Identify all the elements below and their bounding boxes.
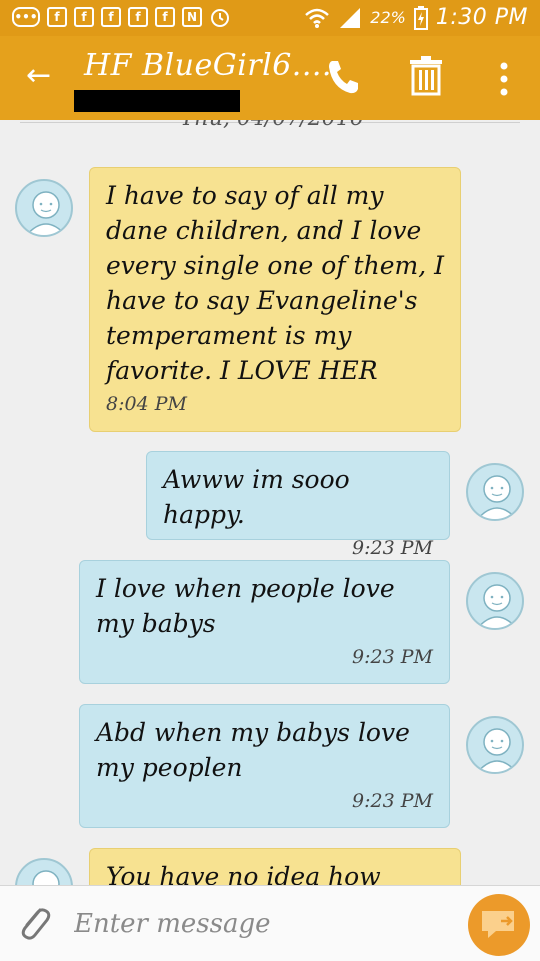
- message-time: 9:23 PM: [352, 790, 433, 812]
- more-vertical-icon[interactable]: [494, 62, 514, 96]
- my-avatar[interactable]: [466, 716, 524, 774]
- message-text: Abd when my babys love my peoplen: [96, 718, 410, 782]
- battery-charging-icon: [413, 5, 428, 30]
- person-icon: [476, 584, 518, 628]
- message-time: 9:23 PM: [352, 537, 433, 559]
- fb-icon: f: [128, 7, 148, 27]
- app-bar: ← HF BlueGirl6....: [0, 36, 540, 120]
- message-input[interactable]: [72, 900, 446, 948]
- message-bubble-outgoing[interactable]: Awww im sooo happy. 9:23 PM: [146, 451, 450, 559]
- paperclip-icon[interactable]: [16, 902, 52, 942]
- message-icon: •••: [12, 7, 40, 27]
- fb-icon: f: [47, 7, 67, 27]
- status-bar: ••• f f f f f N 22% 1:30 PM: [0, 0, 540, 36]
- conversation-title[interactable]: HF BlueGirl6....: [84, 48, 332, 83]
- battery-percent: 22%: [370, 8, 406, 27]
- send-button[interactable]: [468, 894, 530, 956]
- nfc-icon: N: [182, 7, 202, 27]
- message-text: Awww im sooo happy.: [163, 465, 350, 529]
- trash-icon[interactable]: [408, 56, 444, 96]
- message-bubble-outgoing[interactable]: I love when people love my babys 9:23 PM: [79, 560, 450, 684]
- person-icon: [25, 191, 67, 235]
- message-text: I have to say of all my dane children, a…: [106, 181, 444, 385]
- message-text: I love when people love my babys: [96, 574, 395, 638]
- message-bubble-outgoing[interactable]: Abd when my babys love my peoplen 9:23 P…: [79, 704, 450, 828]
- send-icon: [482, 911, 514, 938]
- fb-icon: f: [74, 7, 94, 27]
- fb-icon: f: [155, 7, 175, 27]
- message-time: 9:23 PM: [352, 646, 433, 668]
- redacted-phone-number: [74, 90, 240, 112]
- composer-bar: [0, 885, 540, 961]
- contact-avatar[interactable]: [15, 179, 73, 237]
- my-avatar[interactable]: [466, 572, 524, 630]
- clock: 1:30 PM: [435, 5, 528, 30]
- phone-icon[interactable]: [326, 58, 360, 96]
- message-bubble-incoming[interactable]: I have to say of all my dane children, a…: [89, 167, 461, 432]
- person-icon: [476, 728, 518, 772]
- arrow-left-icon[interactable]: ←: [26, 58, 51, 93]
- person-icon: [476, 475, 518, 519]
- alarm-icon: [211, 9, 229, 27]
- fb-icon: f: [101, 7, 121, 27]
- message-time: 8:04 PM: [106, 393, 187, 415]
- wifi-icon: [305, 8, 330, 28]
- signal-icon: [340, 7, 361, 28]
- date-divider: Thu, 04/07/2016: [0, 120, 540, 134]
- date-label: Thu, 04/07/2016: [180, 120, 364, 131]
- my-avatar[interactable]: [466, 463, 524, 521]
